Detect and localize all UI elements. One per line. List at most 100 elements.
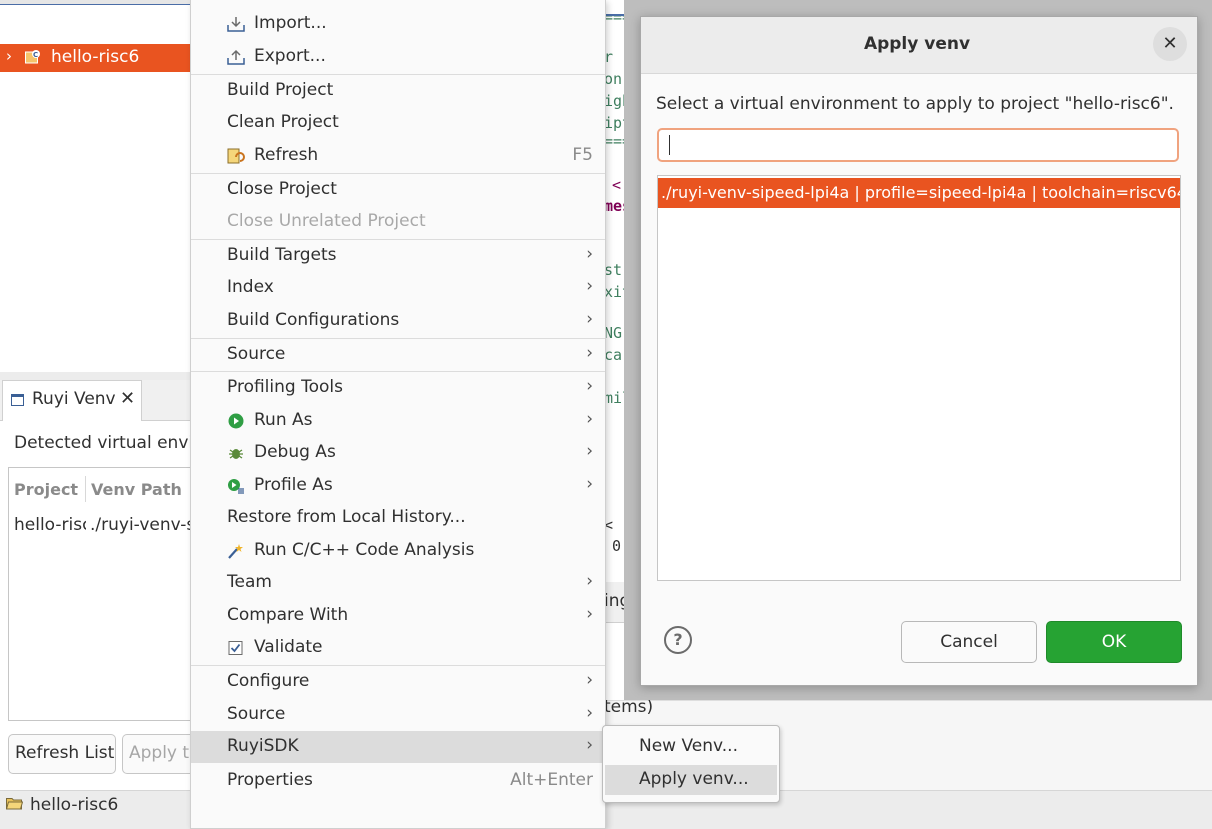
venv-list[interactable]: ./ruyi-venv-sipeed-lpi4a | profile=sipee…: [657, 175, 1181, 581]
menu-item-label: Build Configurations: [227, 310, 400, 330]
console-tab-strip[interactable]: ing: [604, 582, 630, 623]
chevron-right-icon: ›: [586, 670, 593, 690]
menu-item-label: Validate: [254, 637, 323, 657]
column-header-venv-path[interactable]: Venv Path: [91, 480, 182, 499]
menu-item-index[interactable]: Index ›: [191, 272, 605, 304]
menu-item-label: Refresh: [254, 145, 319, 165]
menu-item-profile-as[interactable]: Profile As ›: [191, 470, 605, 502]
menu-item-label: RuyiSDK: [227, 736, 299, 756]
chevron-right-icon: ›: [586, 409, 593, 429]
editor-separator: [604, 14, 626, 16]
venv-filter-field[interactable]: [657, 128, 1179, 162]
refresh-list-button[interactable]: Refresh List: [8, 734, 116, 774]
column-separator: [85, 476, 86, 502]
menu-item-label: Compare With: [227, 605, 349, 625]
tab-ruyi-venv[interactable]: Ruyi Venv ✕: [2, 380, 142, 421]
chevron-right-icon: ›: [586, 474, 593, 494]
code-analysis-icon: [228, 544, 243, 559]
menu-item-source-2[interactable]: Source ›: [191, 699, 605, 731]
venv-list-item-label: ./ruyi-venv-sipeed-lpi4a | profile=sipee…: [661, 183, 1180, 202]
menu-item-build-targets[interactable]: Build Targets ›: [191, 240, 605, 272]
menu-item-debug-as[interactable]: Debug As ›: [191, 437, 605, 469]
code-fragment: 0: [612, 537, 622, 555]
tree-item-hello-risc6[interactable]: › C hello-risc6: [0, 44, 190, 72]
chevron-right-icon: ›: [586, 604, 593, 624]
menu-item-label: Build Targets: [227, 245, 337, 265]
context-menu: Import... Export... Build Project Clean …: [190, 0, 606, 829]
code-fragment: st: [604, 261, 623, 279]
menu-item-refresh[interactable]: Refresh F5: [191, 140, 605, 172]
close-icon[interactable]: ✕: [1153, 27, 1187, 61]
menu-item-label: Restore from Local History...: [227, 507, 466, 527]
submenu-item-label: New Venv...: [639, 736, 738, 756]
code-fragment: on: [604, 70, 623, 88]
menu-item-run-as[interactable]: Run As ›: [191, 405, 605, 437]
close-icon[interactable]: ✕: [120, 388, 135, 409]
menu-item-label: Debug As: [254, 442, 336, 462]
menu-item-properties[interactable]: Properties Alt+Enter: [191, 765, 605, 797]
menu-item-import[interactable]: Import...: [191, 8, 605, 40]
menu-item-label: Configure: [227, 671, 310, 691]
submenu-item-new-venv[interactable]: New Venv...: [605, 732, 777, 762]
menu-item-run-code-analysis[interactable]: Run C/C++ Code Analysis: [191, 535, 605, 567]
venv-table[interactable]: Project Venv Path hello-risc ./ruyi-venv…: [8, 467, 191, 721]
dialog-title: Apply venv: [863, 34, 971, 54]
menu-item-profiling-tools[interactable]: Profiling Tools ›: [191, 372, 605, 404]
code-fragment: ca: [604, 346, 623, 364]
table-cell-venv-path[interactable]: ./ruyi-venv-si: [90, 515, 190, 535]
menu-item-label: Close Unrelated Project: [227, 211, 426, 231]
menu-item-clean-project[interactable]: Clean Project: [191, 107, 605, 139]
menu-item-restore-local-history[interactable]: Restore from Local History...: [191, 502, 605, 534]
menu-item-label: Clean Project: [227, 112, 339, 132]
menu-item-source[interactable]: Source ›: [191, 339, 605, 371]
chevron-right-icon: ›: [586, 703, 593, 723]
chevron-right-icon: ›: [586, 571, 593, 591]
menu-item-build-project[interactable]: Build Project: [191, 75, 605, 107]
tab-label: Ruyi Venv: [32, 389, 116, 409]
menu-item-label: Profiling Tools: [227, 377, 343, 397]
panel-gap: [0, 372, 190, 380]
chevron-right-icon: ›: [586, 343, 593, 363]
chevron-right-icon[interactable]: ›: [6, 47, 12, 65]
menu-item-close-project[interactable]: Close Project: [191, 174, 605, 206]
menu-item-ruyisdk[interactable]: RuyiSDK ›: [191, 731, 605, 763]
ok-button[interactable]: OK: [1046, 621, 1182, 663]
menu-item-label: Export...: [254, 46, 326, 66]
run-icon: [228, 413, 244, 429]
chevron-right-icon: ›: [586, 276, 593, 296]
chevron-right-icon: ›: [586, 376, 593, 396]
apply-venv-dialog: Apply venv ✕ Select a virtual environmen…: [640, 16, 1198, 686]
cancel-button[interactable]: Cancel: [901, 621, 1037, 663]
menu-item-build-configurations[interactable]: Build Configurations ›: [191, 305, 605, 337]
menu-item-label: Profile As: [254, 475, 333, 495]
refresh-list-label: Refresh List: [15, 743, 115, 763]
chevron-right-icon: ›: [586, 735, 593, 755]
dialog-message: Select a virtual environment to apply to…: [656, 94, 1174, 114]
text-caret: [669, 135, 670, 155]
svg-text:C: C: [33, 51, 38, 59]
venv-filter-input[interactable]: [665, 133, 1165, 157]
submenu-item-apply-venv[interactable]: Apply venv...: [605, 765, 777, 795]
import-icon: [227, 17, 245, 32]
menu-item-export[interactable]: Export...: [191, 41, 605, 73]
column-header-project[interactable]: Project: [14, 480, 78, 499]
refresh-icon: [227, 148, 245, 164]
chevron-right-icon: ›: [586, 441, 593, 461]
help-icon[interactable]: ?: [664, 626, 692, 654]
view-icon: [11, 394, 24, 406]
table-cell-project[interactable]: hello-risc: [14, 515, 86, 535]
menu-item-label: Source: [227, 704, 286, 724]
menu-item-label: Run As: [254, 410, 313, 430]
menu-item-compare-with[interactable]: Compare With ›: [191, 600, 605, 632]
debug-icon: [229, 449, 243, 459]
c-project-icon: C: [25, 50, 40, 64]
menu-item-label: Import...: [254, 13, 327, 33]
menu-item-team[interactable]: Team ›: [191, 567, 605, 599]
explorer-header-strip: [0, 0, 190, 5]
menu-item-configure[interactable]: Configure ›: [191, 666, 605, 698]
submenu-item-label: Apply venv...: [639, 769, 749, 789]
venv-list-item[interactable]: ./ruyi-venv-sipeed-lpi4a | profile=sipee…: [658, 178, 1180, 208]
menu-item-validate[interactable]: Validate: [191, 632, 605, 664]
menu-item-label: Build Project: [227, 80, 334, 100]
apply-button-label: Apply t: [129, 743, 190, 763]
